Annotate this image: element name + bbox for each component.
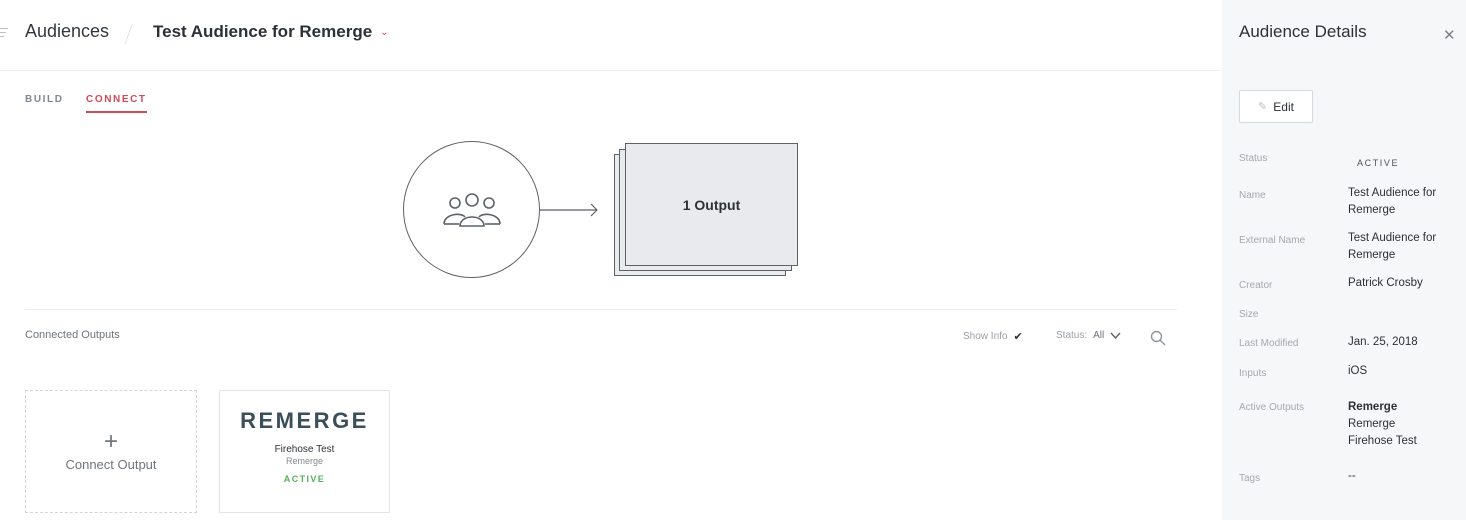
status-value: ACTIVE: [1357, 158, 1400, 168]
tab-connect[interactable]: CONNECT: [86, 94, 147, 113]
external-name-value: Test Audience for Remerge: [1348, 232, 1437, 261]
active-outputs-value: Remerge Remerge Firehose Test: [1348, 399, 1460, 450]
output-name: Firehose Test: [274, 444, 335, 455]
tab-build[interactable]: BUILD: [25, 94, 64, 105]
last-modified-label: Last Modified: [1239, 338, 1299, 349]
checkmark-icon: ✔: [1013, 331, 1023, 343]
users-group-icon: [442, 192, 501, 227]
search-icon[interactable]: [1150, 330, 1166, 346]
status-filter-value: All: [1093, 330, 1105, 341]
creator-value: Patrick Crosby: [1348, 277, 1423, 289]
audience-details-panel: Audience Details ✕ ✎ Edit Status ACTIVE …: [1222, 0, 1466, 520]
output-stack[interactable]: 1 Output: [625, 143, 798, 266]
plus-icon: +: [103, 428, 118, 455]
page-header: Audiences Test Audience for Remerge ⌄: [0, 0, 1222, 71]
status-label: Status: [1239, 153, 1268, 164]
size-label: Size: [1239, 309, 1259, 320]
name-label: Name: [1239, 190, 1266, 201]
chevron-down-icon: ⌄: [380, 26, 389, 38]
output-card[interactable]: REMERGE Firehose Test Remerge ACTIVE: [219, 390, 390, 513]
menu-icon[interactable]: [0, 28, 8, 38]
tags-label: Tags: [1239, 473, 1261, 484]
active-output-provider: Remerge: [1348, 418, 1396, 430]
external-name-label: External Name: [1239, 235, 1306, 246]
active-output-title: Remerge: [1348, 401, 1398, 413]
output-count-label: 1 Output: [682, 196, 741, 213]
status-badge: ACTIVE: [283, 474, 326, 484]
edit-button[interactable]: ✎ Edit: [1239, 90, 1313, 123]
audience-name: Test Audience for Remerge: [153, 22, 373, 41]
tags-value: --: [1348, 470, 1356, 482]
edit-button-label: Edit: [1273, 99, 1294, 114]
active-outputs-label: Active Outputs: [1239, 402, 1305, 413]
arrow-right-icon: [540, 203, 598, 217]
show-info-toggle[interactable]: Show Info ✔: [963, 330, 1023, 343]
close-icon[interactable]: ✕: [1443, 26, 1456, 44]
remerge-logo: REMERGE: [240, 408, 369, 433]
inputs-value: iOS: [1348, 365, 1368, 377]
show-info-label: Show Info: [963, 331, 1008, 342]
audience-selector[interactable]: Test Audience for Remerge ⌄: [153, 22, 389, 42]
section-divider: [25, 309, 1177, 310]
audience-node: [403, 141, 540, 278]
connected-outputs-title: Connected Outputs: [25, 329, 120, 341]
status-filter-dropdown[interactable]: Status: All: [1056, 330, 1121, 341]
last-modified-value: Jan. 25, 2018: [1348, 336, 1418, 348]
status-filter-label: Status:: [1056, 330, 1088, 341]
breadcrumb-separator: [124, 24, 133, 45]
connect-output-label: Connect Output: [65, 457, 157, 472]
connect-output-card[interactable]: + Connect Output: [25, 390, 197, 513]
name-value: Test Audience for Remerge: [1348, 187, 1437, 216]
output-provider: Remerge: [285, 456, 323, 466]
active-output-name: Firehose Test: [1348, 435, 1417, 447]
inputs-label: Inputs: [1239, 368, 1267, 379]
panel-title: Audience Details: [1239, 22, 1367, 41]
chevron-down-icon: [1110, 332, 1121, 339]
breadcrumb-audiences[interactable]: Audiences: [25, 21, 109, 42]
creator-label: Creator: [1239, 280, 1273, 291]
pencil-icon: ✎: [1258, 101, 1268, 113]
